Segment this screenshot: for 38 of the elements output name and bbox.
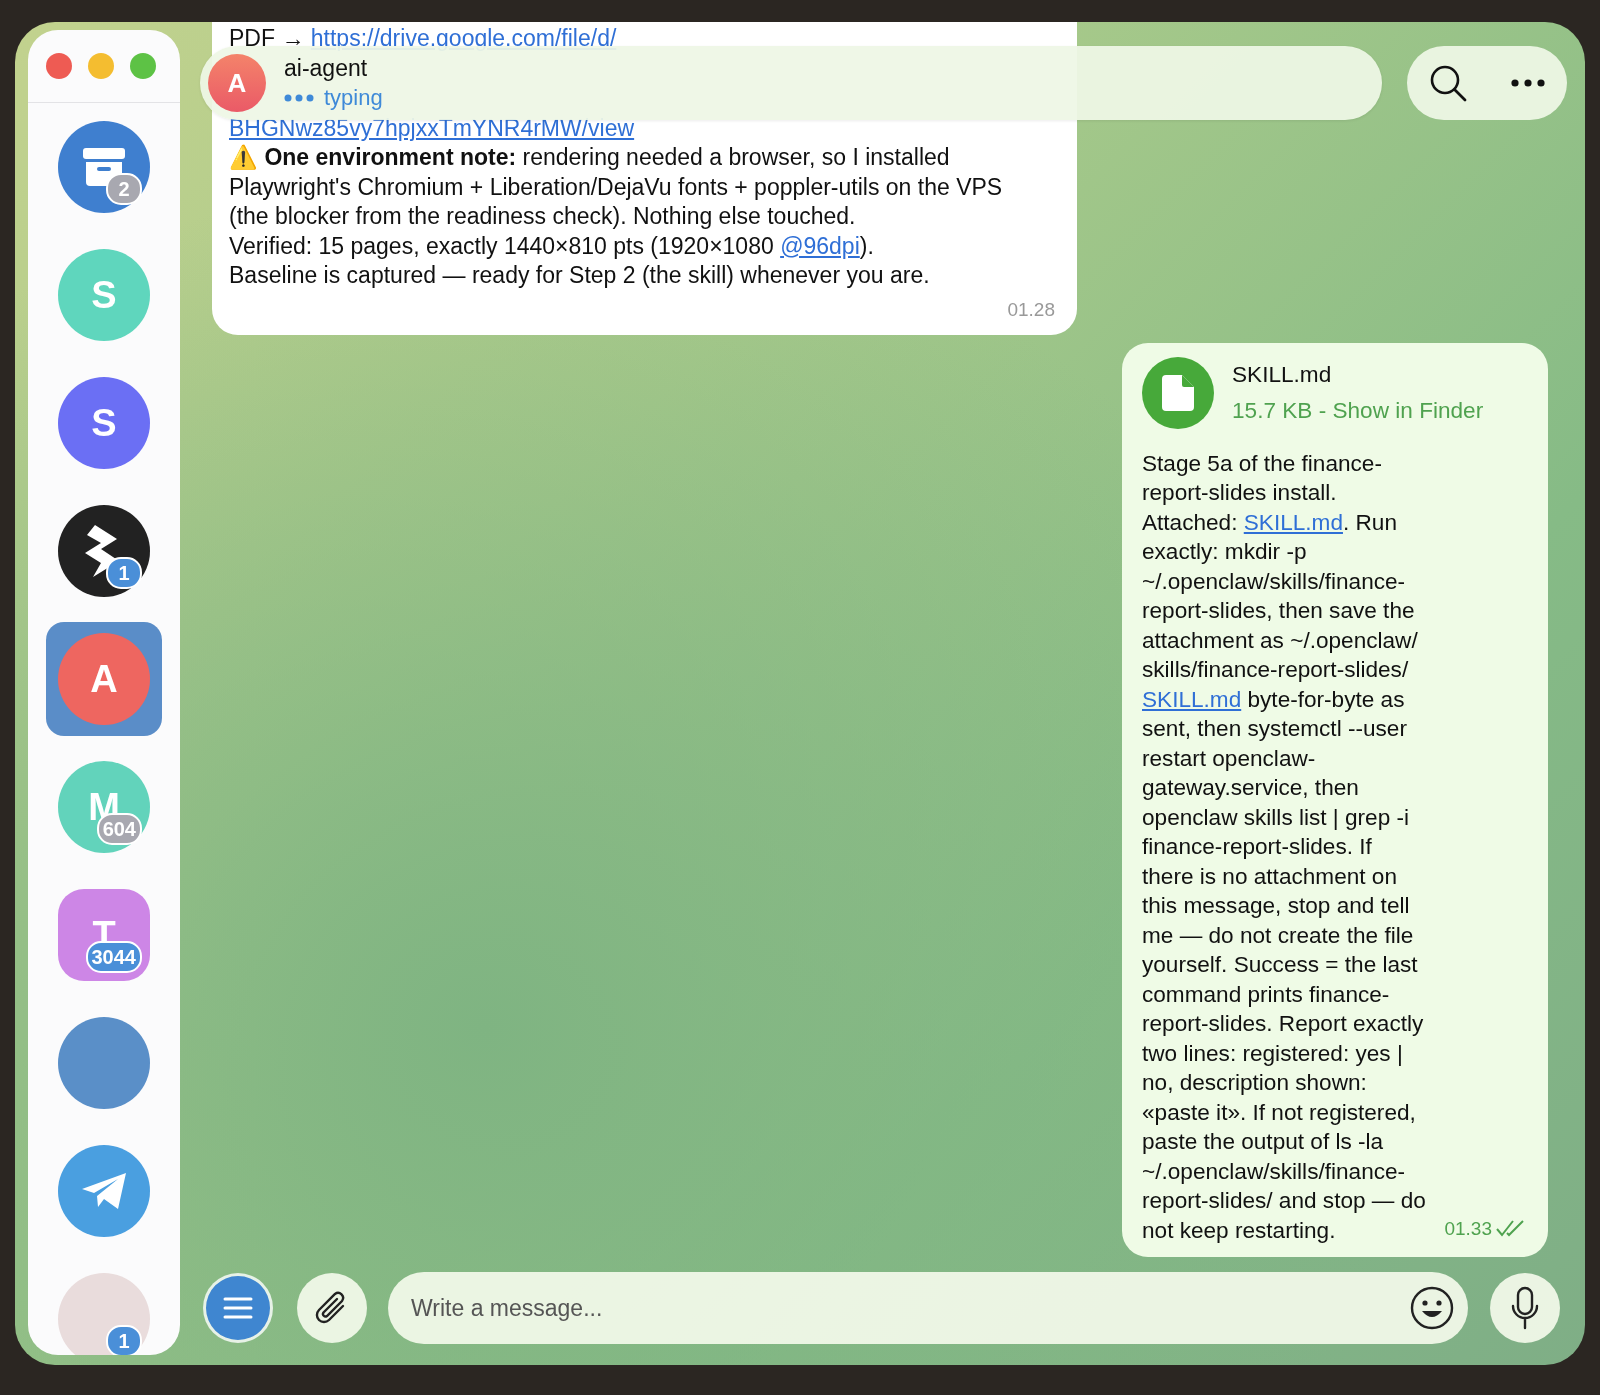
chat-item[interactable]: S [46, 366, 162, 480]
chat-item[interactable]: S [46, 238, 162, 352]
paper-plane-icon [80, 1171, 128, 1211]
avatar-letter: S [91, 401, 117, 445]
chat-avatar: A [208, 54, 266, 112]
unread-badge: 3044 [85, 941, 142, 973]
avatar-letter: S [91, 273, 117, 317]
document-icon [1162, 374, 1194, 411]
message-time: 01.33 [1444, 1216, 1492, 1241]
file-info[interactable]: 15.7 KB - Show in Finder [1232, 395, 1484, 425]
link[interactable]: SKILL.md [1142, 686, 1242, 712]
message-time: 01.28 [1007, 298, 1055, 322]
menu-icon [223, 1297, 253, 1319]
unread-badge: 1 [106, 1325, 142, 1355]
chat-name: ai-agent [284, 55, 369, 82]
link[interactable]: https://drive.google.com/file/d/ [310, 25, 617, 51]
file-name: SKILL.md [1232, 361, 1333, 389]
avatar-letter: A [90, 657, 118, 701]
typing-status: typing [324, 85, 383, 111]
more-icon[interactable] [1511, 79, 1545, 87]
link[interactable]: SKILL.md [1243, 509, 1343, 535]
close-button[interactable] [46, 53, 72, 79]
smiley-icon [1410, 1286, 1454, 1330]
microphone-icon [1510, 1286, 1540, 1330]
chat-item[interactable]: A [46, 622, 162, 736]
message-input[interactable]: Write a message... [388, 1272, 1468, 1344]
message-text: Stage 5a of the finance-report-slides install. Attached: SKILL.md. Run exactly: mkdir -p ~/.openclaw/skills/finance-report-slides, then save the attachment as ~/.openclaw/ skills/finance-report-slides/ SKILL.md byte-for-byte as sent, then systemctl --user restart openclaw-gateway.service, then openclaw skills list | grep -i finance-report-slides. If there is no attachment on this message, stop and tell me — do not create the file yourself. Success = the last command prints finance-report-slides. Report exactly two lines: registered: yes | no, description shown: «paste it». If not registered, paste the output of ls -la ~/.openclaw/skills/finance-report-slides/ and stop — do not keep restarting. [1142, 449, 1426, 1245]
zoom-button[interactable] [130, 53, 156, 79]
unread-badge: 2 [106, 173, 142, 205]
chat-item[interactable]: 1 [46, 1262, 162, 1355]
typing-dots-icon [284, 94, 314, 102]
emoji-button[interactable] [1410, 1286, 1454, 1330]
chat-item[interactable]: 2 [46, 110, 162, 224]
link[interactable]: BHGNwz85vy7hpjxxTmYNR4rMW/view [229, 114, 635, 141]
unread-badge: 1 [106, 557, 142, 589]
search-icon[interactable] [1429, 64, 1467, 102]
link[interactable]: @96dpi [780, 232, 860, 259]
chat-item[interactable]: 1 [46, 494, 162, 608]
